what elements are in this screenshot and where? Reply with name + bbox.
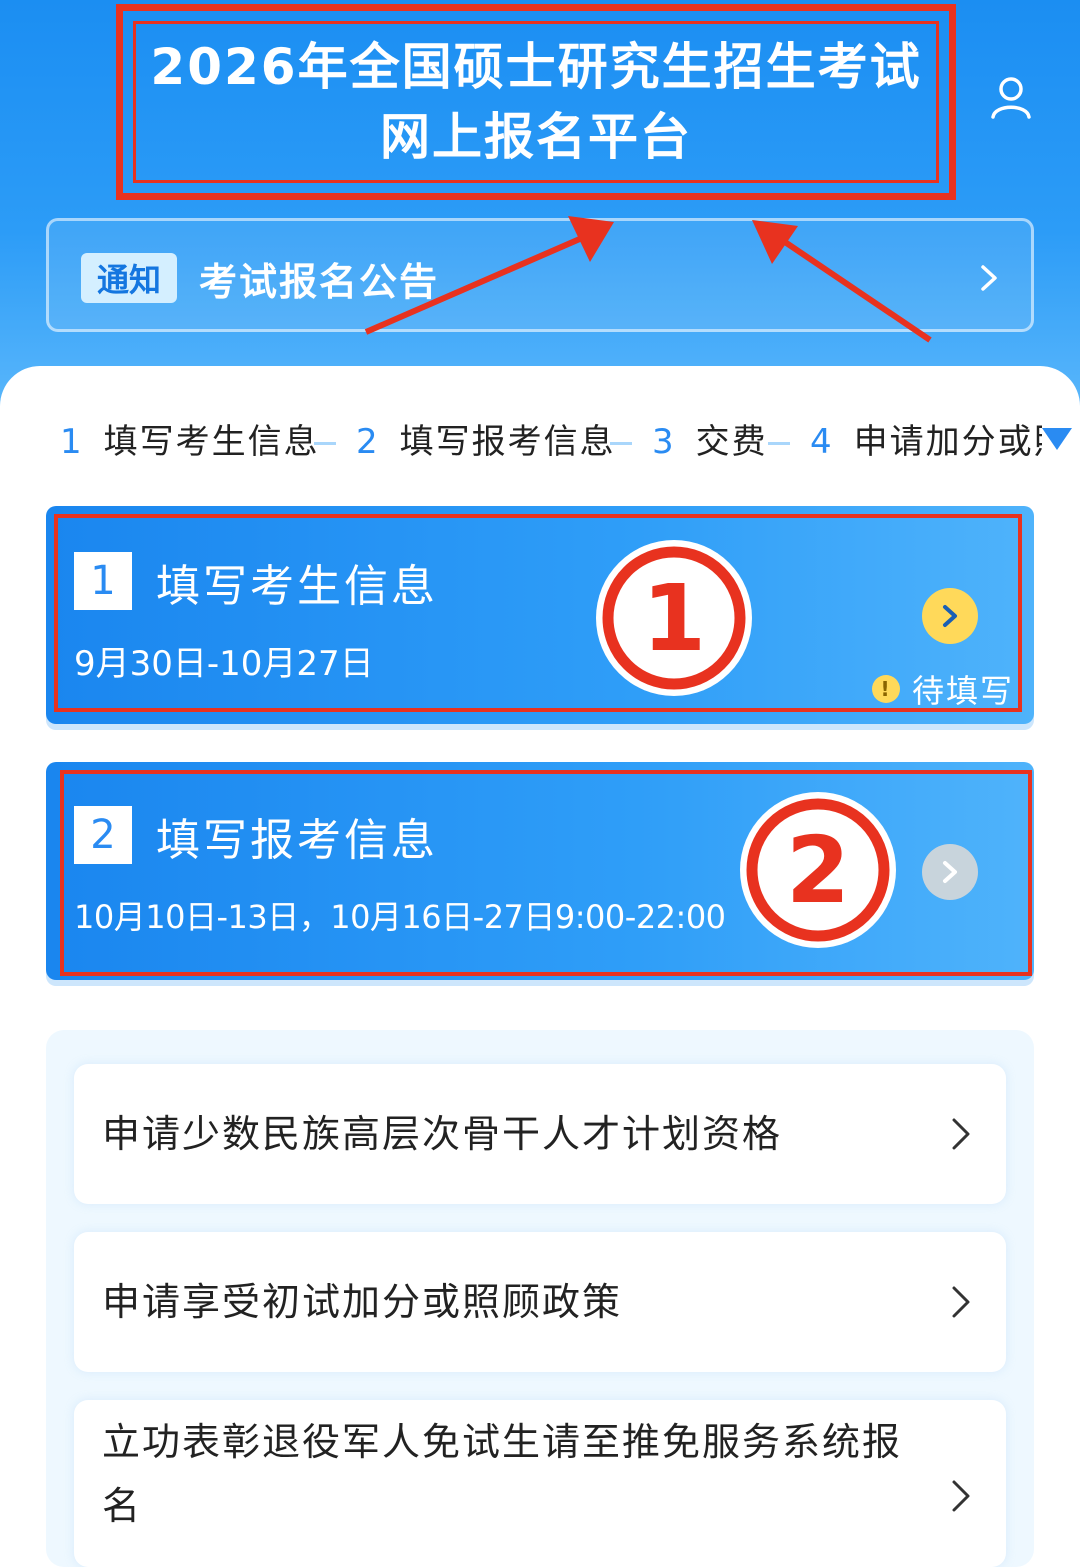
status-badge: ! 待填写 xyxy=(872,666,1014,712)
annotation-badge-1: 1 xyxy=(596,540,752,696)
step-connector xyxy=(768,442,790,445)
list-item-label-line2: 名 xyxy=(102,1484,143,1528)
notice-title[interactable]: 考试报名公告 xyxy=(199,251,439,306)
card-number: 2 xyxy=(74,806,132,864)
status-text: 待填写 xyxy=(912,672,1015,710)
title-annotation-box: 2026年全国硕士研究生招生考试 网上报名平台 xyxy=(116,4,956,200)
step-4[interactable]: 4 申请加分或照 xyxy=(810,420,1042,464)
card-date: 9月30日-10月27日 xyxy=(74,644,374,684)
card-date: 10月10日-13日，10月16日-27日9:00-22:00 xyxy=(74,898,726,936)
page-title-line1: 2026年全国硕士研究生招生考试 xyxy=(150,38,922,96)
annotation-badge-2: 2 xyxy=(740,792,896,948)
list-item-minority-talent-plan[interactable]: 申请少数民族高层次骨干人才计划资格 xyxy=(74,1064,1006,1204)
card-title: 填写报考信息 xyxy=(156,815,438,866)
step-3-number: 3 xyxy=(652,422,676,462)
step-card-2[interactable]: 2 填写报考信息 10月10日-13日，10月16日-27日9:00-22:00… xyxy=(46,762,1034,980)
list-item-label: 申请少数民族高层次骨干人才计划资格 xyxy=(102,1112,783,1156)
chevron-right-icon xyxy=(952,1118,970,1150)
step-progress[interactable]: 1 填写考生信息 2 填写报考信息 3 交费 4 申请加分或照 xyxy=(0,420,1080,470)
chevron-right-icon xyxy=(981,265,997,291)
page-title: 2026年全国硕士研究生招生考试 网上报名平台 xyxy=(133,21,939,183)
alert-icon: ! xyxy=(872,675,900,703)
list-item-bonus-points-policy[interactable]: 申请享受初试加分或照顾政策 xyxy=(74,1232,1006,1372)
step-2-label: 填写报考信息 xyxy=(399,422,616,462)
list-item-label-line1: 立功表彰退役军人免试生请至推免服务系统报 xyxy=(102,1420,903,1464)
step-3[interactable]: 3 交费 xyxy=(652,420,768,464)
svg-text:1: 1 xyxy=(642,565,706,672)
step-1-number: 1 xyxy=(60,422,84,462)
step-2-number: 2 xyxy=(356,422,380,462)
step-3-label: 交费 xyxy=(695,422,768,462)
chevron-right-icon xyxy=(943,605,957,627)
chevron-right-icon xyxy=(952,1480,970,1512)
card-go-button[interactable] xyxy=(922,588,978,644)
step-card-1[interactable]: 1 填写考生信息 9月30日-10月27日 1 ! 待填写 xyxy=(46,506,1034,724)
extra-services-panel: 申请少数民族高层次骨干人才计划资格 申请享受初试加分或照顾政策 立功表彰退役军人… xyxy=(46,1030,1034,1567)
list-item-veteran-exemption[interactable]: 立功表彰退役军人免试生请至推免服务系统报 名 xyxy=(74,1400,1006,1567)
list-item-label: 申请享受初试加分或照顾政策 xyxy=(102,1280,623,1324)
list-item-label: 立功表彰退役军人免试生请至推免服务系统报 名 xyxy=(102,1410,902,1538)
svg-text:2: 2 xyxy=(786,817,850,924)
page-title-line2: 网上报名平台 xyxy=(380,108,692,166)
step-2[interactable]: 2 填写报考信息 xyxy=(356,420,616,464)
chevron-right-icon xyxy=(952,1286,970,1318)
step-1[interactable]: 1 填写考生信息 xyxy=(60,420,320,464)
caret-down-icon[interactable] xyxy=(1040,426,1074,452)
card-number: 1 xyxy=(74,552,132,610)
user-icon[interactable] xyxy=(988,74,1034,120)
notice-bar[interactable]: 通知 考试报名公告 xyxy=(46,218,1034,332)
step-4-number: 4 xyxy=(810,422,834,462)
card-title: 填写考生信息 xyxy=(156,561,438,612)
step-4-label: 申请加分或照 xyxy=(853,422,1042,462)
chevron-right-icon xyxy=(943,861,957,883)
step-1-label: 填写考生信息 xyxy=(103,422,320,462)
card-go-button-disabled[interactable] xyxy=(922,844,978,900)
notice-tag: 通知 xyxy=(81,253,177,303)
step-connector xyxy=(314,442,336,445)
step-connector xyxy=(610,442,632,445)
